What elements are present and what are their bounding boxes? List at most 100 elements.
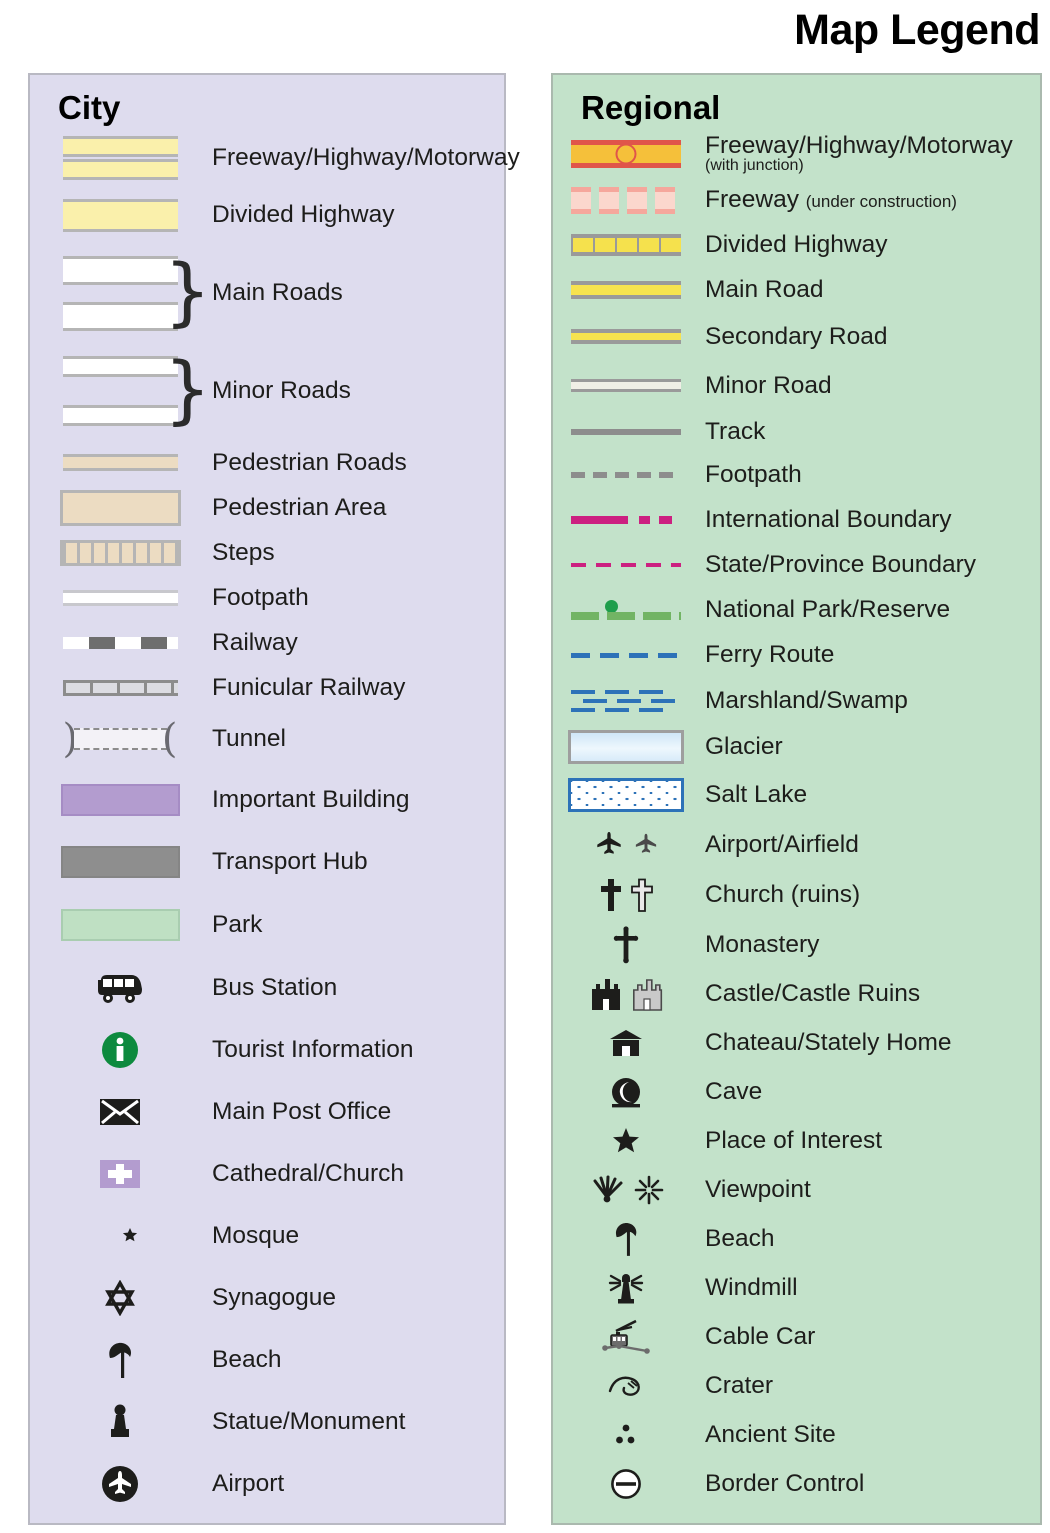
legend-row-city-pedestrian-roads: Pedestrian Roads <box>30 440 504 485</box>
divided-highway-band-symbol <box>40 198 200 232</box>
legend-row-regional-footpath: Footpath <box>553 453 1040 497</box>
pedestrian-road-band-symbol <box>40 454 200 471</box>
legend-label: Track <box>705 417 766 445</box>
legend-row-city-park: Park <box>30 893 504 957</box>
legend-row-city-pedestrian-area: Pedestrian Area <box>30 485 504 530</box>
legend-row-regional-salt-lake: Salt Lake <box>553 770 1040 820</box>
freeway-construction-dashes-symbol <box>561 186 691 214</box>
ancient-site-icon <box>561 1423 691 1447</box>
legend-label: Pedestrian Roads <box>212 448 407 476</box>
tunnel-bracket-dashed-symbol: )( <box>40 716 200 762</box>
legend-label: Footpath <box>212 583 309 611</box>
legend-label: Statue/Monument <box>212 1408 406 1436</box>
legend-row-regional-national-park: National Park/Reserve <box>553 587 1040 633</box>
legend-row-city-footpath: Footpath <box>30 575 504 620</box>
funicular-ticked-line-symbol <box>40 679 200 696</box>
star-of-david-icon <box>40 1280 200 1316</box>
legend-label-text: Freeway <box>705 186 799 214</box>
star-icon <box>561 1127 691 1155</box>
legend-row-city-main-roads: } Main Roads <box>30 244 504 342</box>
legend-row-regional-cave: Cave <box>553 1067 1040 1116</box>
legend-row-city-mosque: Mosque <box>30 1205 504 1267</box>
legend-row-city-tourist-information: Tourist Information <box>30 1019 504 1081</box>
legend-row-regional-castle: Castle/Castle Ruins <box>553 969 1040 1018</box>
legend-row-city-beach: Beach <box>30 1329 504 1391</box>
park-swatch-symbol <box>40 909 200 941</box>
legend-row-city-funicular: Funicular Railway <box>30 665 504 710</box>
legend-label: Minor Roads <box>212 377 351 405</box>
legend-row-city-divided-highway: Divided Highway <box>30 186 504 244</box>
secondary-road-line-symbol <box>561 329 691 344</box>
legend-label: Viewpoint <box>705 1175 811 1203</box>
regional-panel-heading: Regional <box>581 89 721 126</box>
legend-label: Divided Highway <box>212 201 395 229</box>
legend-label: Main Road <box>705 275 824 303</box>
minor-road-line-symbol <box>561 379 691 392</box>
legend-row-city-railway: Railway <box>30 620 504 665</box>
marshland-pattern-symbol <box>561 688 691 714</box>
legend-label: Funicular Railway <box>212 673 406 701</box>
parasol-icon <box>40 1341 200 1379</box>
footpath-thin-line-symbol <box>40 589 200 606</box>
cross-pair-icon <box>561 878 691 912</box>
legend-row-regional-monastery: Monastery <box>553 920 1040 969</box>
legend-row-city-statue: Statue/Monument <box>30 1391 504 1453</box>
city-legend-panel: City Freeway/Highway/Motorway Divided Hi… <box>28 73 520 1525</box>
bracket-right-icon: ( <box>161 716 178 762</box>
legend-label: Synagogue <box>212 1284 336 1312</box>
transport-hub-swatch-symbol <box>40 846 200 878</box>
legend-row-regional-main-road: Main Road <box>553 267 1040 312</box>
legend-label: Ferry Route <box>705 641 835 669</box>
legend-row-city-cathedral: Cathedral/Church <box>30 1143 504 1205</box>
legend-label: Cave <box>705 1077 763 1105</box>
divided-highway-line-symbol <box>561 233 691 256</box>
legend-label: Mosque <box>212 1222 300 1250</box>
legend-label: Cathedral/Church <box>212 1160 405 1188</box>
information-icon <box>40 1031 200 1069</box>
junction-dot-icon <box>615 143 637 165</box>
legend-row-regional-cable-car: Cable Car <box>553 1312 1040 1361</box>
legend-label: Place of Interest <box>705 1126 883 1154</box>
legend-label: Freeway/Highway/Motorway <box>212 144 520 172</box>
envelope-icon <box>40 1098 200 1126</box>
legend-label: Divided Highway <box>705 230 888 258</box>
main-road-line-symbol <box>561 280 691 299</box>
windmill-icon <box>561 1271 691 1305</box>
glacier-swatch-symbol <box>561 730 691 764</box>
brace-icon: } <box>164 347 212 434</box>
legend-sublabel: (under construction) <box>805 192 957 212</box>
legend-row-city-airport: Airport <box>30 1453 504 1515</box>
legend-row-regional-chateau: Chateau/Stately Home <box>553 1018 1040 1067</box>
legend-label: Marshland/Swamp <box>705 686 908 714</box>
legend-row-regional-ancient-site: Ancient Site <box>553 1410 1040 1459</box>
legend-label: Border Control <box>705 1469 865 1497</box>
monastery-cross-icon <box>561 925 691 964</box>
legend-row-regional-windmill: Windmill <box>553 1263 1040 1312</box>
salt-lake-swatch-symbol <box>561 778 691 812</box>
minor-roads-braced-pair-symbol: } <box>40 347 212 434</box>
legend-row-city-post-office: Main Post Office <box>30 1081 504 1143</box>
legend-row-regional-track: Track <box>553 410 1040 453</box>
international-boundary-line-symbol <box>561 515 691 524</box>
legend-label: Salt Lake <box>705 781 808 809</box>
legend-row-regional-church-ruins: Church (ruins) <box>553 870 1040 920</box>
legend-row-regional-marshland: Marshland/Swamp <box>553 677 1040 724</box>
legend-label: Tunnel <box>212 725 287 753</box>
chateau-icon <box>561 1029 691 1057</box>
legend-row-regional-glacier: Glacier <box>553 724 1040 770</box>
track-line-symbol <box>561 428 691 435</box>
legend-row-regional-minor-road: Minor Road <box>553 361 1040 410</box>
legend-label-text: Freeway/Highway/Motorway <box>705 132 1013 160</box>
legend-row-city-minor-roads: } Minor Roads <box>30 342 504 440</box>
legend-label: Airport <box>212 1470 285 1498</box>
legend-row-regional-international-boundary: International Boundary <box>553 497 1040 542</box>
legend-label: Freeway (under construction) <box>705 187 957 213</box>
legend-row-regional-border-control: Border Control <box>553 1459 1040 1508</box>
legend-label: Windmill <box>705 1273 798 1301</box>
important-building-swatch-symbol <box>40 783 200 816</box>
legend-label: Bus Station <box>212 974 338 1002</box>
brace-icon: } <box>164 249 212 336</box>
legend-row-regional-freeway-construction: Freeway (under construction) <box>553 178 1040 222</box>
footpath-dashed-line-symbol <box>561 472 691 478</box>
legend-label: Secondary Road <box>705 322 888 350</box>
